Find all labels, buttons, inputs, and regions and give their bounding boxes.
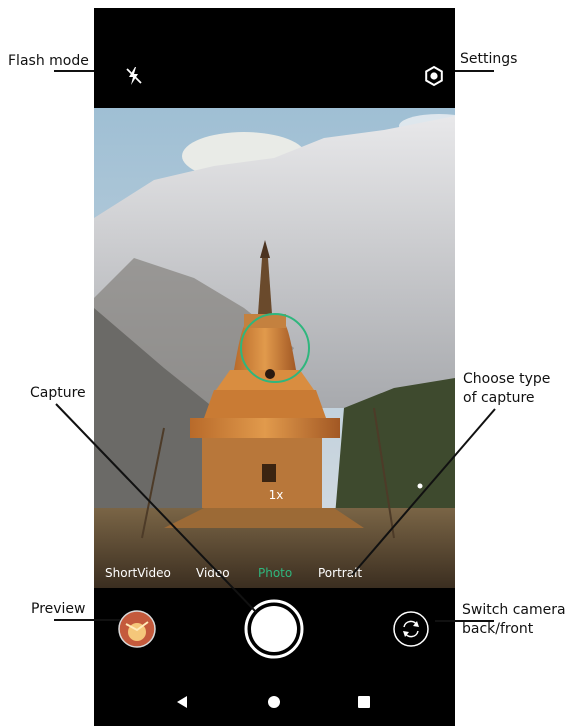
- mode-shortvideo[interactable]: ShortVideo: [105, 566, 171, 580]
- home-circle-icon[interactable]: [266, 694, 282, 710]
- callout-preview: Preview: [31, 601, 86, 617]
- callout-switch-camera: Switch camera back/front: [462, 601, 566, 639]
- callout-choose-type-line2: of capture: [463, 390, 535, 406]
- mode-portrait[interactable]: Portrait: [318, 566, 362, 580]
- camera-app-screen: 1x ShortVideo Video Photo Portrait: [94, 8, 455, 726]
- shutter-button[interactable]: [244, 599, 304, 659]
- switch-camera-icon: [393, 611, 429, 647]
- back-triangle-icon[interactable]: [174, 694, 190, 710]
- mode-video[interactable]: Video: [196, 566, 230, 580]
- mode-photo[interactable]: Photo: [258, 566, 292, 580]
- zoom-level-label[interactable]: 1x: [264, 488, 288, 502]
- callout-capture: Capture: [30, 385, 86, 401]
- camera-top-bar: [94, 8, 455, 108]
- callout-switch-line2: back/front: [462, 621, 534, 637]
- callout-choose-type: Choose type of capture: [463, 370, 550, 408]
- flash-off-icon[interactable]: [122, 64, 146, 88]
- recents-square-icon[interactable]: [356, 694, 372, 710]
- settings-gear-icon[interactable]: [422, 64, 446, 88]
- camera-viewfinder[interactable]: 1x ShortVideo Video Photo Portrait: [94, 108, 455, 588]
- callout-choose-type-line1: Choose type: [463, 371, 551, 387]
- callout-settings: Settings: [460, 51, 518, 67]
- switch-camera-button[interactable]: [392, 610, 430, 648]
- callout-switch-line1: Switch camera: [462, 602, 566, 618]
- gallery-preview-thumbnail[interactable]: [118, 610, 156, 648]
- capture-mode-selector: ShortVideo Video Photo Portrait: [94, 558, 455, 588]
- viewfinder-scene: [94, 108, 455, 588]
- callout-flash-mode: Flash mode: [8, 53, 89, 69]
- shutter-icon: [244, 599, 304, 659]
- camera-bottom-bar: [94, 588, 455, 726]
